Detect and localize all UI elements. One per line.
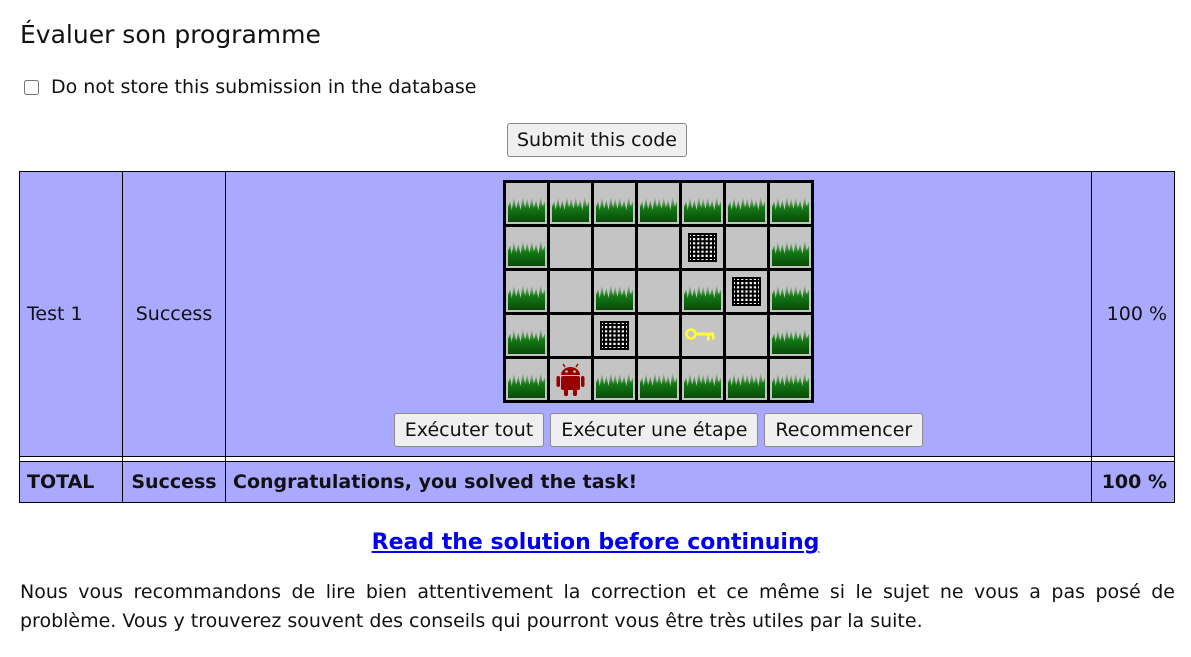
grass-tile [506,315,547,356]
wall-tile [682,227,723,268]
grass-tile [770,315,811,356]
board-container: Exécuter tout Exécuter une étape Recomme… [233,179,1084,449]
grate-icon [600,321,629,350]
grass-tile [638,359,679,400]
total-label: TOTAL [20,462,123,502]
floor-tile [638,271,679,312]
grass-tile [770,183,811,224]
grass-tile [506,359,547,400]
android-robot-icon [556,363,585,396]
grass-tile [594,271,635,312]
grass-tile [770,227,811,268]
floor-tile [726,315,767,356]
key-icon [685,328,715,341]
wall-tile [594,315,635,356]
total-score: 100 % [1101,471,1167,493]
grass-tile [550,183,591,224]
run-step-button[interactable]: Exécuter une étape [550,413,759,447]
floor-tile [550,227,591,268]
wall-tile [726,271,767,312]
run-all-button[interactable]: Exécuter tout [393,413,545,447]
floor-tile [550,315,591,356]
grass-tile [682,183,723,224]
grass-tile [682,359,723,400]
total-status: Success [123,462,226,502]
submit-code-button[interactable]: Submit this code [507,123,687,157]
table-row: Test 1 Success Exécuter tout Exécuter un… [20,172,1174,456]
results-table: Test 1 Success Exécuter tout Exécuter un… [19,171,1175,503]
page-title: Évaluer son programme [20,20,321,49]
grate-icon [732,277,761,306]
grass-tile [594,183,635,224]
floor-tile [638,315,679,356]
floor-tile [550,271,591,312]
key-tile [682,315,723,356]
grass-tile [506,227,547,268]
board-controls: Exécuter tout Exécuter une étape Recomme… [393,413,924,447]
floor-tile [594,227,635,268]
test-name: Test 1 [20,172,123,456]
grass-tile [506,271,547,312]
robot-tile [550,359,591,400]
advice-paragraph: Nous vous recommandons de lire bien atte… [20,581,1175,632]
store-option[interactable]: Do not store this submission in the data… [24,76,477,98]
grass-tile [770,271,811,312]
total-row: TOTAL Success Congratulations, you solve… [20,462,1174,502]
test-score: 100 % [1106,303,1167,325]
test-output-cell: Exécuter tout Exécuter une étape Recomme… [226,172,1092,456]
grass-tile [506,183,547,224]
grass-tile [638,183,679,224]
grass-tile [726,183,767,224]
evaluation-page: Évaluer son programme Do not store this … [0,0,1191,657]
do-not-store-checkbox[interactable] [24,79,39,95]
read-solution-link[interactable]: Read the solution before continuing [0,530,1191,555]
grass-tile [726,359,767,400]
floor-tile [638,227,679,268]
restart-button[interactable]: Recommencer [764,413,924,447]
test-status: Success [123,172,226,456]
floor-tile [726,227,767,268]
do-not-store-label: Do not store this submission in the data… [51,76,477,98]
grate-icon [688,233,717,262]
game-board [503,180,814,403]
grass-tile [682,271,723,312]
grass-tile [770,359,811,400]
total-message: Congratulations, you solved the task! [226,462,1092,502]
grass-tile [594,359,635,400]
